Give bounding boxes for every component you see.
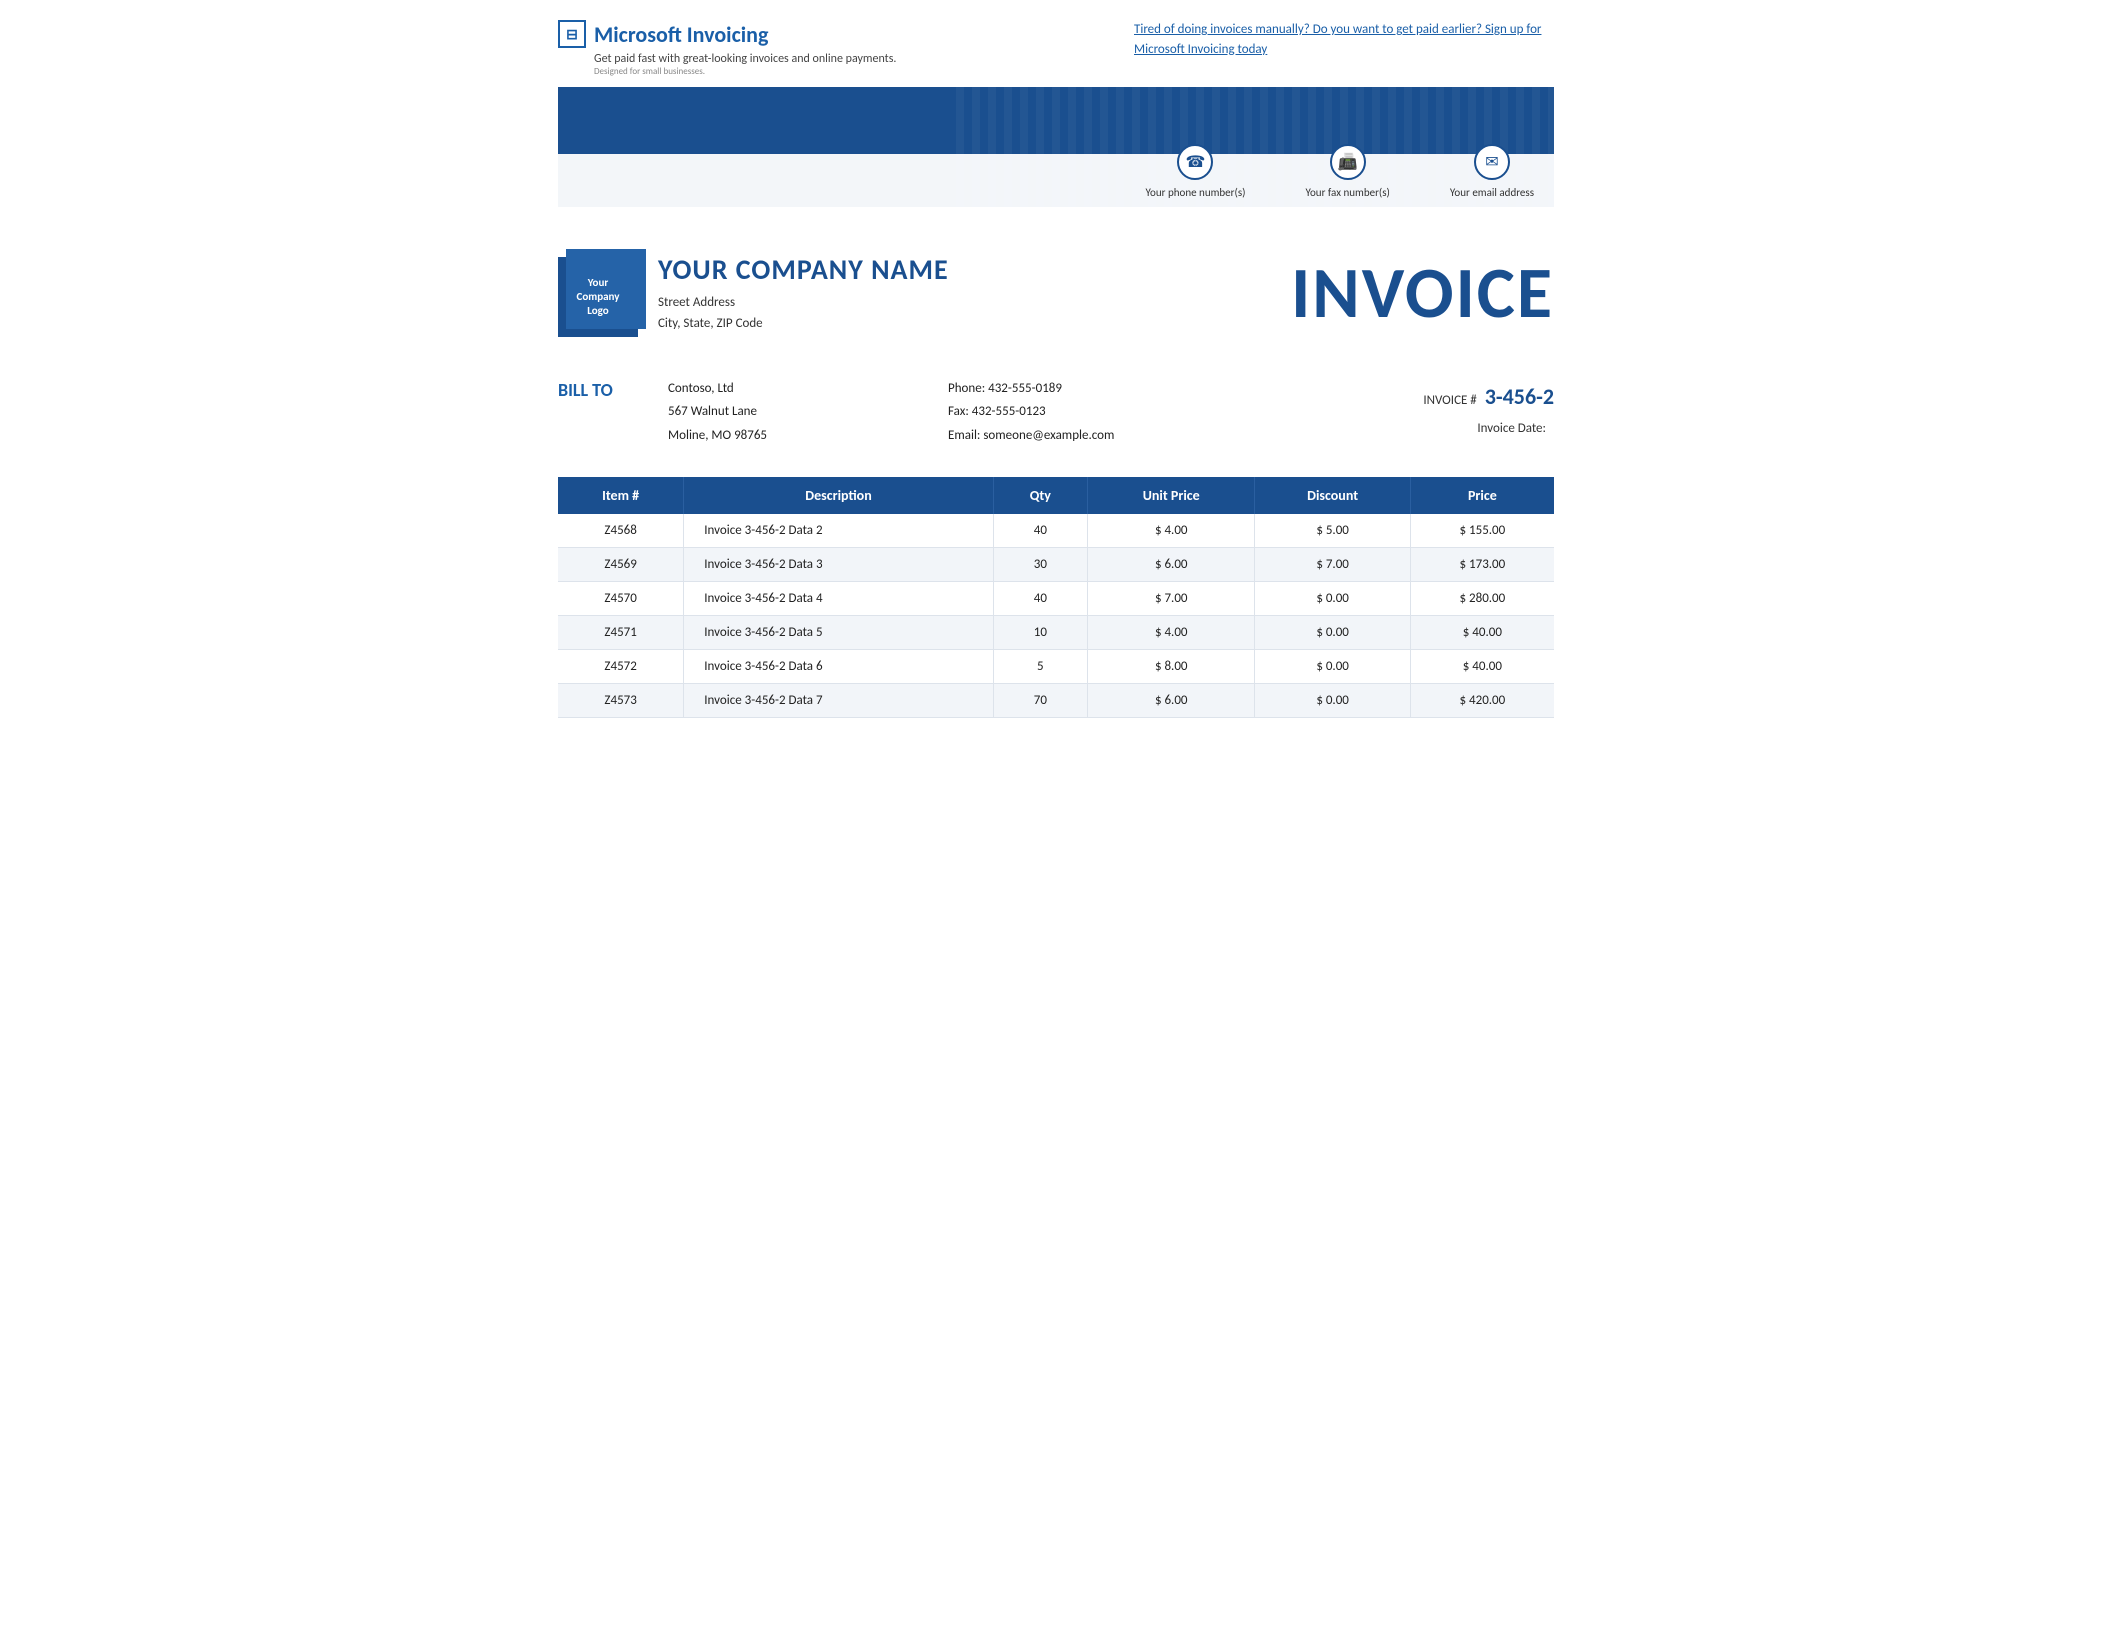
cell-item: Z4570 [558, 582, 684, 616]
cell-price: $ 40.00 [1410, 650, 1554, 684]
branding-title: ⊟ Microsoft Invoicing [558, 20, 896, 48]
company-left: YourCompanyLogo YOUR COMPANY NAME Street… [558, 247, 949, 337]
col-header-description: Description [684, 477, 993, 514]
bill-to-address: Contoso, Ltd 567 Walnut Lane Moline, MO … [668, 377, 868, 447]
cell-discount: $ 0.00 [1255, 650, 1410, 684]
bill-to-invoice-info: INVOICE # 3-456-2 Invoice Date: [1334, 377, 1554, 440]
cell-discount: $ 0.00 [1255, 582, 1410, 616]
bill-to-section: BILL TO Contoso, Ltd 567 Walnut Lane Mol… [558, 377, 1554, 457]
company-address: Street Address City, State, ZIP Code [658, 293, 949, 335]
bill-to-contact: Phone: 432-555-0189 Fax: 432-555-0123 Em… [868, 377, 1334, 447]
brand-tagline: Get paid fast with great-looking invoice… [594, 52, 896, 66]
cell-price: $ 280.00 [1410, 582, 1554, 616]
header-top: ⊟ Microsoft Invoicing Get paid fast with… [558, 20, 1554, 77]
cell-price: $ 173.00 [1410, 548, 1554, 582]
invoice-date-label: Invoice Date: [1477, 417, 1546, 440]
cell-qty: 70 [993, 684, 1087, 718]
table-row: Z4569Invoice 3-456-2 Data 330$ 6.00$ 7.0… [558, 548, 1554, 582]
brand-name: Microsoft Invoicing [594, 21, 768, 48]
table-row: Z4573Invoice 3-456-2 Data 770$ 6.00$ 0.0… [558, 684, 1554, 718]
col-header-item: Item # [558, 477, 684, 514]
fax-icon-wrapper: 📠 [1330, 162, 1366, 182]
company-name: YOUR COMPANY NAME [658, 252, 949, 287]
cell-discount: $ 0.00 [1255, 616, 1410, 650]
fax-contact: 📠 Your fax number(s) [1305, 162, 1389, 199]
invoice-title: INVOICE [1291, 247, 1554, 329]
email-icon-wrapper: ✉ [1474, 162, 1510, 182]
promo-link[interactable]: Tired of doing invoices manually? Do you… [1134, 20, 1554, 59]
email-label: Your email address [1450, 186, 1534, 199]
phone-icon-wrapper: ☎ [1177, 162, 1213, 182]
phone-label: Your phone number(s) [1146, 186, 1246, 199]
invoice-date-row: Invoice Date: [1334, 417, 1554, 440]
bill-to-company: Contoso, Ltd [668, 377, 868, 400]
cell-description: Invoice 3-456-2 Data 6 [684, 650, 993, 684]
table-header-row: Item # Description Qty Unit Price Discou… [558, 477, 1554, 514]
cell-unit-price: $ 6.00 [1087, 684, 1254, 718]
bill-to-city: Moline, MO 98765 [668, 424, 868, 447]
branding: ⊟ Microsoft Invoicing Get paid fast with… [558, 20, 896, 77]
table-row: Z4571Invoice 3-456-2 Data 510$ 4.00$ 0.0… [558, 616, 1554, 650]
cell-item: Z4573 [558, 684, 684, 718]
cell-qty: 10 [993, 616, 1087, 650]
items-table: Item # Description Qty Unit Price Discou… [558, 477, 1554, 718]
company-info: YOUR COMPANY NAME Street Address City, S… [658, 247, 949, 335]
cell-item: Z4568 [558, 514, 684, 548]
cell-unit-price: $ 4.00 [1087, 514, 1254, 548]
company-street: Street Address [658, 293, 949, 314]
cell-description: Invoice 3-456-2 Data 4 [684, 582, 993, 616]
fax-label: Your fax number(s) [1305, 186, 1389, 199]
bill-to-phone: Phone: 432-555-0189 [948, 377, 1334, 400]
col-header-unit-price: Unit Price [1087, 477, 1254, 514]
banner-contact-strip: ☎ Your phone number(s) 📠 Your fax number… [558, 154, 1554, 207]
bill-to-fax: Fax: 432-555-0123 [948, 400, 1334, 423]
email-icon: ✉ [1474, 144, 1510, 180]
invoice-number-value: 3-456-2 [1485, 377, 1554, 417]
cell-description: Invoice 3-456-2 Data 5 [684, 616, 993, 650]
phone-icon: ☎ [1177, 144, 1213, 180]
bill-to-email: Email: someone@example.com [948, 424, 1334, 447]
cell-price: $ 40.00 [1410, 616, 1554, 650]
table-row: Z4572Invoice 3-456-2 Data 65$ 8.00$ 0.00… [558, 650, 1554, 684]
cell-discount: $ 0.00 [1255, 684, 1410, 718]
bill-to-label: BILL TO [558, 377, 668, 401]
cell-item: Z4571 [558, 616, 684, 650]
col-header-price: Price [1410, 477, 1554, 514]
cell-discount: $ 7.00 [1255, 548, 1410, 582]
cell-price: $ 420.00 [1410, 684, 1554, 718]
bill-to-street: 567 Walnut Lane [668, 400, 868, 423]
cell-unit-price: $ 8.00 [1087, 650, 1254, 684]
cell-qty: 40 [993, 514, 1087, 548]
company-section: YourCompanyLogo YOUR COMPANY NAME Street… [558, 237, 1554, 347]
cell-discount: $ 5.00 [1255, 514, 1410, 548]
fax-icon: 📠 [1330, 144, 1366, 180]
company-city: City, State, ZIP Code [658, 314, 949, 335]
cell-qty: 40 [993, 582, 1087, 616]
invoice-number-label: INVOICE # [1423, 389, 1476, 412]
phone-contact: ☎ Your phone number(s) [1146, 162, 1246, 199]
cell-description: Invoice 3-456-2 Data 7 [684, 684, 993, 718]
cell-qty: 5 [993, 650, 1087, 684]
cell-unit-price: $ 6.00 [1087, 548, 1254, 582]
col-header-qty: Qty [993, 477, 1087, 514]
banner: ☎ Your phone number(s) 📠 Your fax number… [558, 87, 1554, 207]
brand-designed-for: Designed for small businesses. [594, 66, 896, 77]
cell-item: Z4569 [558, 548, 684, 582]
table-row: Z4568Invoice 3-456-2 Data 240$ 4.00$ 5.0… [558, 514, 1554, 548]
email-contact: ✉ Your email address [1450, 162, 1534, 199]
company-logo: YourCompanyLogo [558, 257, 638, 337]
cell-qty: 30 [993, 548, 1087, 582]
table-row: Z4570Invoice 3-456-2 Data 440$ 7.00$ 0.0… [558, 582, 1554, 616]
microsoft-invoicing-icon: ⊟ [558, 20, 586, 48]
cell-unit-price: $ 7.00 [1087, 582, 1254, 616]
col-header-discount: Discount [1255, 477, 1410, 514]
cell-item: Z4572 [558, 650, 684, 684]
cell-unit-price: $ 4.00 [1087, 616, 1254, 650]
invoice-number-row: INVOICE # 3-456-2 [1334, 377, 1554, 417]
cell-price: $ 155.00 [1410, 514, 1554, 548]
cell-description: Invoice 3-456-2 Data 3 [684, 548, 993, 582]
cell-description: Invoice 3-456-2 Data 2 [684, 514, 993, 548]
